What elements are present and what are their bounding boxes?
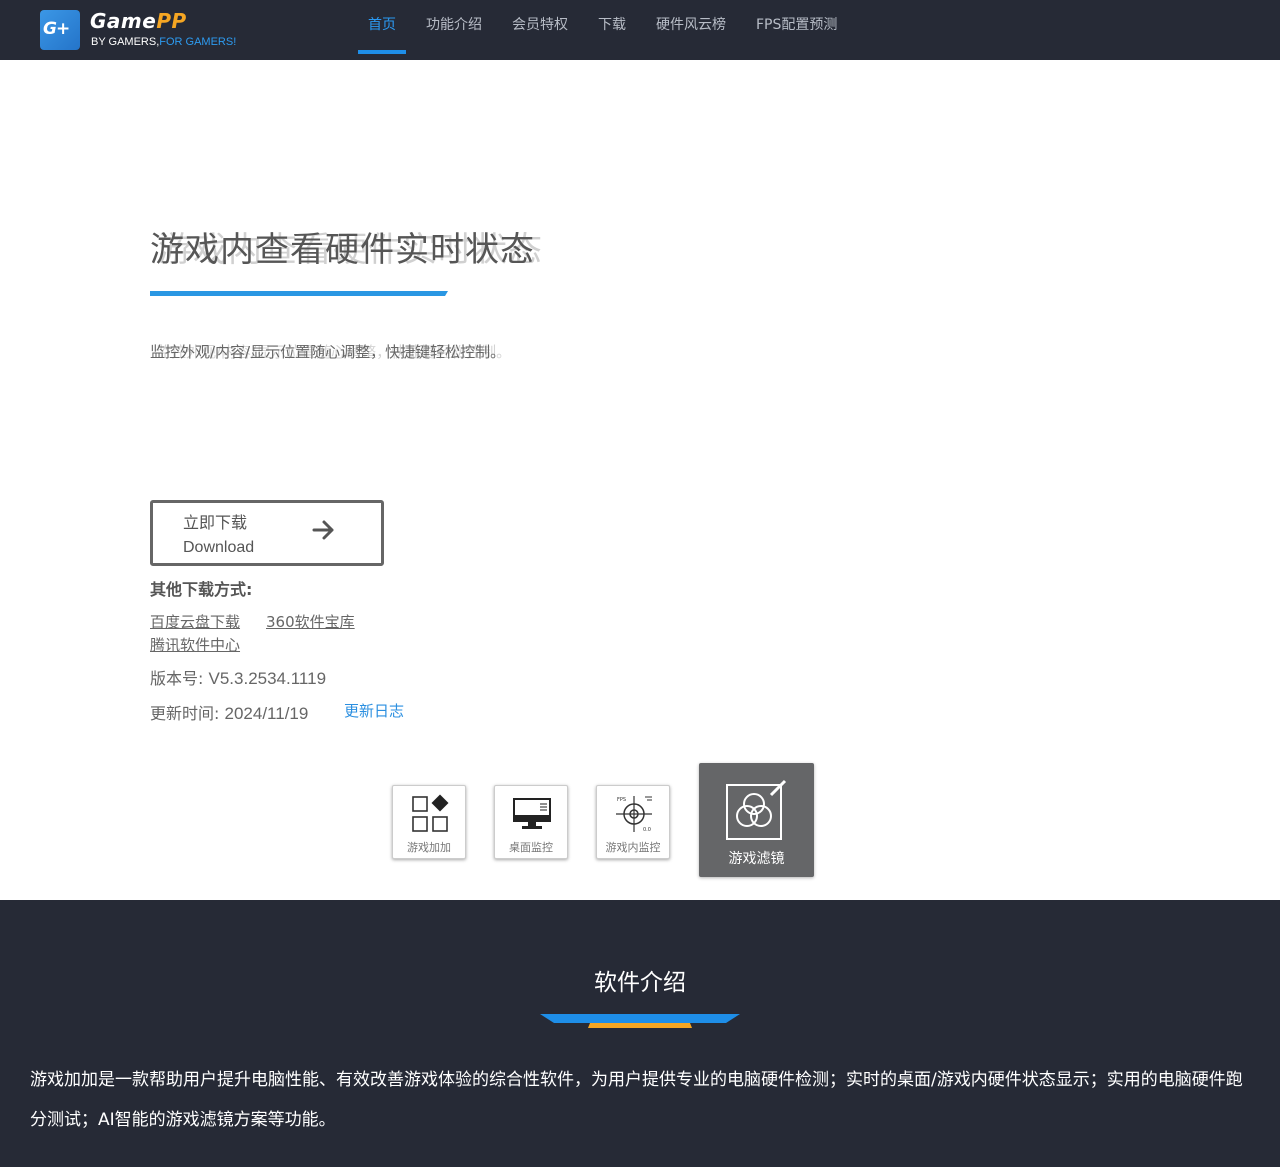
hero-title: 游戏内查看硬件实时状态 [150,230,535,270]
intro-text: 游戏加加是一款帮助用户提升电脑性能、有效改善游戏体验的综合性软件，为用户提供专业… [30,1070,1243,1130]
download-button-label-cn: 立即下载 [183,513,248,532]
gamepp-logo[interactable]: G+ GamePP BY GAMERS,FOR GAMERS! [40,9,270,53]
nav-item-hardware-ranking[interactable]: 硬件风云榜 [646,0,736,60]
hero-description: 监控外观/内容/显示位置随心调整，快捷键轻松控制。 [150,343,506,361]
software-intro-section: 软件介绍 游戏加加是一款帮助用户提升电脑性能、有效改善游戏体验的综合性软件，为用… [0,900,1280,1167]
download-button[interactable]: 立即下载 Download [150,500,384,566]
feature-tab-desktop-monitor[interactable]: 桌面监控 [494,785,568,859]
changelog-link[interactable]: 更新日志 [344,700,404,721]
monitor-icon [513,798,551,829]
logo-icon-text: G+ [43,19,70,39]
nav-item-home[interactable]: 首页 [358,0,406,60]
logo-icon: G+ [40,10,80,50]
feature-tab-game-filter[interactable]: 游戏滤镜 [699,763,814,877]
feature-tab-label: 游戏加加 [407,841,451,854]
nav-item-vip[interactable]: 会员特权 [502,0,578,60]
feature-tab-label: 桌面监控 [509,841,553,854]
logo-name: GamePP [90,9,187,33]
intro-title-decoration [540,1014,740,1028]
update-info: 更新时间: 2024/11/19 [150,700,308,724]
logo-name-part1: Game [90,9,157,33]
top-navbar: G+ GamePP BY GAMERS,FOR GAMERS! 首页 功能介绍 … [0,0,1280,60]
logo-slogan-part2: FOR GAMERS! [159,36,237,48]
intro-title: 软件介绍 [594,970,686,996]
download-button-label-en: Download [183,539,255,556]
apps-grid-icon [412,794,449,832]
fps-icon-value-text: 0.0 [643,827,651,833]
logo-slogan-part1: BY GAMERS, [91,36,160,48]
nav-item-fps-prediction[interactable]: FPS配置预测 [746,0,847,60]
version-value: V5.3.2534.1119 [208,669,327,688]
version-label: 版本号: [150,669,204,688]
color-filter-icon [726,779,787,840]
arrow-right-icon [312,520,334,540]
360-software-link[interactable]: 360软件宝库 [266,611,355,632]
version-info: 版本号: V5.3.2534.1119 [150,665,326,689]
feature-tab-label: 游戏滤镜 [728,851,785,867]
nav-item-features[interactable]: 功能介绍 [416,0,492,60]
fps-icon-text: FPS [617,797,626,803]
other-download-title: 其他下载方式: [150,580,253,599]
update-value: 2024/11/19 [224,704,309,723]
feature-tab-gamepp[interactable]: 游戏加加 [392,785,466,859]
logo-slogan: BY GAMERS,FOR GAMERS! [91,36,236,48]
crosshair-fps-icon: FPS 0.0 [616,796,652,833]
update-label: 更新时间: [150,704,220,723]
nav-item-download[interactable]: 下载 [588,0,636,60]
main-menu: 首页 功能介绍 会员特权 下载 硬件风云榜 FPS配置预测 [358,0,857,60]
feature-tab-ingame-monitor[interactable]: FPS 0.0 游戏内监控 [596,785,670,859]
feature-tab-label: 游戏内监控 [605,841,661,854]
logo-name-part2: PP [156,9,187,33]
baidu-cloud-download-link[interactable]: 百度云盘下载 [150,611,240,632]
hero-title-underline [150,291,448,296]
tencent-software-link[interactable]: 腾讯软件中心 [150,634,240,655]
